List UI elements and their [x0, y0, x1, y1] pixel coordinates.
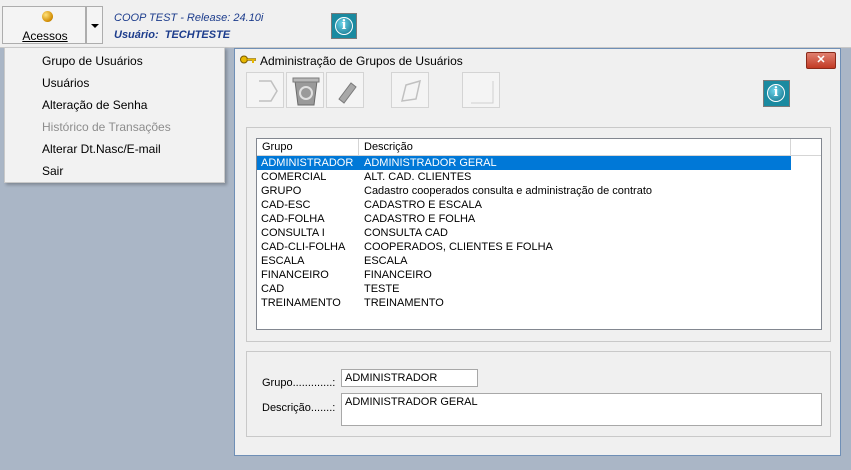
acessos-menu: Grupo de Usuários Usuários Alteração de …: [4, 47, 225, 183]
acessos-label: Acessos: [22, 29, 68, 43]
cell-descricao: CADASTRO E FOLHA: [364, 213, 476, 225]
extra-button[interactable]: [462, 72, 500, 108]
acessos-dropdown-arrow[interactable]: [86, 6, 103, 44]
new-icon: [259, 80, 278, 102]
table-row[interactable]: ESCALA ESCALA: [257, 254, 791, 268]
grupo-label: Grupo.............:: [262, 377, 336, 389]
cell-descricao: CONSULTA CAD: [364, 227, 448, 239]
delete-button[interactable]: [286, 72, 324, 108]
cell-descricao: COOPERADOS, CLIENTES E FOLHA: [364, 241, 553, 253]
cell-grupo: CAD-CLI-FOLHA: [261, 241, 346, 253]
edit-button[interactable]: [391, 72, 429, 108]
cell-descricao: TREINAMENTO: [364, 297, 444, 309]
table-row[interactable]: CAD TESTE: [257, 282, 791, 296]
cell-grupo: CAD: [261, 283, 285, 295]
cell-grupo: COMERCIAL: [261, 171, 327, 183]
descricao-label: Descrição.......:: [262, 402, 336, 414]
acessos-button[interactable]: Acessos: [2, 6, 86, 44]
cell-descricao: ESCALA: [364, 255, 408, 267]
cell-grupo: GRUPO: [261, 185, 302, 197]
blank-icon: [471, 81, 494, 104]
column-header-descricao[interactable]: Descrição: [359, 139, 791, 155]
cell-descricao: Cadastro cooperados consulta e administr…: [364, 185, 653, 197]
window-title: Administração de Grupos de Usuários: [260, 54, 463, 68]
cell-descricao: ADMINISTRADOR GERAL: [364, 157, 497, 169]
table-row[interactable]: CAD-ESC CADASTRO E ESCALA: [257, 198, 791, 212]
app-title: COOP TEST - Release: 24.10i: [114, 12, 264, 24]
eraser-icon: [338, 82, 357, 104]
recycle-bin-icon: [292, 77, 320, 106]
table-row[interactable]: CAD-CLI-FOLHA COOPERADOS, CLIENTES E FOLH…: [257, 240, 791, 254]
info-icon: i: [335, 17, 353, 35]
window-info-button[interactable]: i: [763, 80, 790, 107]
cell-grupo: ADMINISTRADOR: [261, 157, 354, 169]
cell-grupo: TREINAMENTO: [261, 297, 341, 309]
info-icon: i: [767, 84, 785, 102]
app-user: Usuário: TECHTESTE: [114, 29, 230, 41]
descricao-field[interactable]: ADMINISTRADOR GERAL: [341, 393, 822, 426]
cell-descricao: ALT. CAD. CLIENTES: [364, 171, 472, 183]
menu-item-alteracao-de-senha[interactable]: Alteração de Senha: [42, 95, 147, 115]
table-row[interactable]: FINANCEIRO FINANCEIRO: [257, 268, 791, 282]
cell-grupo: CAD-FOLHA: [261, 213, 325, 225]
table-row[interactable]: ADMINISTRADOR ADMINISTRADOR GERAL: [257, 156, 791, 170]
menu-item-usuarios[interactable]: Usuários: [42, 73, 89, 93]
admin-grupos-window: Administração de Grupos de Usuários ✕ i: [234, 48, 841, 456]
main-toolbar: Acessos COOP TEST - Release: 24.10i Usuá…: [0, 0, 851, 48]
key-icon: [240, 55, 256, 64]
grupo-field[interactable]: ADMINISTRADOR: [341, 369, 478, 387]
menu-item-alterar-dt-nasc-email[interactable]: Alterar Dt.Nasc/E-mail: [42, 139, 161, 159]
edit-icon: [401, 79, 422, 102]
table-row[interactable]: COMERCIAL ALT. CAD. CLIENTES: [257, 170, 791, 184]
table-row[interactable]: CONSULTA I CONSULTA CAD: [257, 226, 791, 240]
clear-button[interactable]: [326, 72, 364, 108]
cell-descricao: FINANCEIRO: [364, 269, 432, 281]
table-row[interactable]: TREINAMENTO TREINAMENTO: [257, 296, 791, 310]
cell-descricao: TESTE: [364, 283, 400, 295]
cell-descricao: CADASTRO E ESCALA: [364, 199, 482, 211]
cell-grupo: FINANCEIRO: [261, 269, 329, 281]
close-button[interactable]: ✕: [806, 52, 836, 69]
cell-grupo: CONSULTA I: [261, 227, 325, 239]
menu-item-sair[interactable]: Sair: [42, 161, 63, 181]
menu-item-grupo-de-usuarios[interactable]: Grupo de Usuários: [42, 51, 143, 71]
coins-icon: [42, 11, 53, 22]
new-button[interactable]: [246, 72, 284, 108]
cell-grupo: CAD-ESC: [261, 199, 311, 211]
groups-list[interactable]: Grupo Descrição ADMINISTRADOR ADMINISTRAD…: [256, 138, 822, 330]
table-row[interactable]: CAD-FOLHA CADASTRO E FOLHA: [257, 212, 791, 226]
user-label: Usuário:: [114, 29, 159, 41]
table-row[interactable]: GRUPO Cadastro cooperados consulta e admi…: [257, 184, 791, 198]
column-header-grupo[interactable]: Grupo: [257, 139, 359, 155]
window-titlebar[interactable]: Administração de Grupos de Usuários ✕: [235, 49, 840, 73]
info-button[interactable]: i: [331, 13, 357, 39]
cell-grupo: ESCALA: [261, 255, 305, 267]
user-name: TECHTESTE: [164, 29, 231, 41]
menu-item-historico-de-transacoes: Histórico de Transações: [42, 120, 171, 134]
list-header: Grupo Descrição: [257, 139, 821, 156]
